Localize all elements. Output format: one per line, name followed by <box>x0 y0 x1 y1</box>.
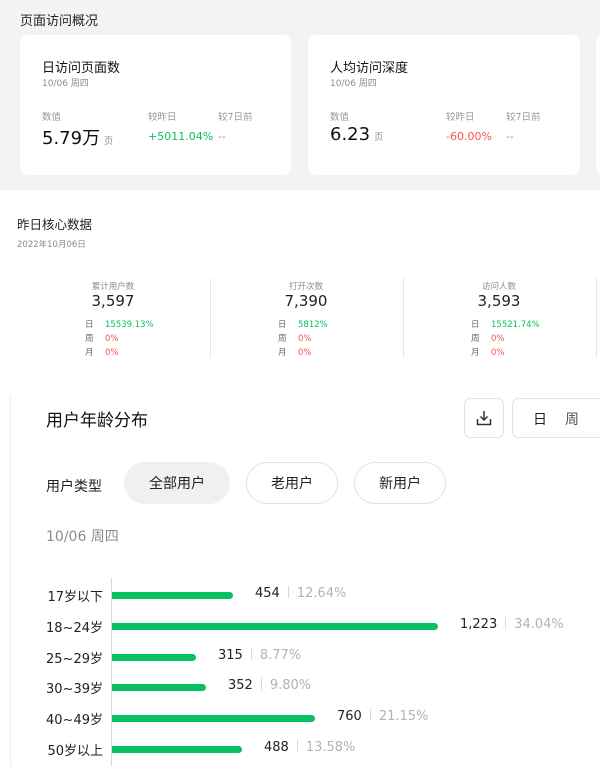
card-title: 日访问页面数 <box>42 61 121 76</box>
metric-week-row: 周 0% <box>278 334 312 344</box>
card-value: 5.79万页 <box>42 128 114 149</box>
period-week-tab[interactable]: 周 <box>565 409 579 429</box>
metric-label: 累计用户数 <box>91 282 135 292</box>
metric-value: 3,597 <box>91 292 135 310</box>
prev-7day-label: 较7日前 <box>218 112 253 123</box>
distribution-date: 10/06 周四 <box>46 529 119 545</box>
age-bar-value: 760 21.15% <box>337 709 429 725</box>
age-bar-label: 30~39岁 <box>46 682 103 698</box>
metric-month-row: 月 0% <box>278 348 312 358</box>
metric-day-row: 日 15539.13% <box>85 320 154 330</box>
card-value: 6.23 页 <box>330 124 384 145</box>
age-bar-label: 40~49岁 <box>46 713 103 729</box>
metric-week-row: 周 0% <box>471 334 505 344</box>
age-bar-row: 18~24岁 1,223 34.04% <box>0 613 600 639</box>
core-data-section: 昨日核心数据 2022年10月06日 累计用户数 3,597 日 15539.13… <box>0 190 600 378</box>
metric-week-row: 周 0% <box>85 334 119 344</box>
metric-visitors: 访问人数 3,593 日 15521.74% 周 0% 月 0% <box>403 280 595 368</box>
prev-day-change: -60.00% <box>446 130 492 143</box>
prev-day-change: +5011.04% <box>148 130 214 143</box>
age-bar-row: 25~29岁 315 8.77% <box>0 644 600 670</box>
card-title: 人均访问深度 <box>330 61 409 76</box>
age-bar-row: 50岁以上 488 13.58% <box>0 736 600 762</box>
age-bar-label: 50岁以上 <box>47 744 103 759</box>
metric-total-users: 累计用户数 3,597 日 15539.13% 周 0% 月 0% <box>17 280 209 368</box>
page-visit-overview: 页面访问概况 日访问页面数 10/06 周四 数值 较昨日 较7日前 5.79万… <box>0 0 600 190</box>
card-date: 10/06 周四 <box>330 79 377 89</box>
metric-value: 7,390 <box>284 292 328 310</box>
age-bar-label: 17岁以下 <box>47 590 103 605</box>
period-switch: 日 周 <box>512 398 600 438</box>
metric-month-row: 月 0% <box>85 348 119 358</box>
age-distribution-title: 用户年龄分布 <box>46 411 148 431</box>
core-title: 昨日核心数据 <box>17 217 93 232</box>
age-bar-percent: 9.80% <box>269 678 312 694</box>
age-bar-value: 454 12.64% <box>255 586 347 601</box>
prev-7day-change: -- <box>506 130 514 143</box>
age-bar-row: 30~39岁 352 9.80% <box>0 674 600 700</box>
age-bar-percent: 12.64% <box>296 586 347 601</box>
value-label: 数值 <box>42 112 62 123</box>
age-bar-label: 18~24岁 <box>46 620 103 636</box>
age-bar[interactable] <box>112 653 196 661</box>
user-type-new[interactable]: 新用户 <box>354 462 446 504</box>
prev-day-label: 较昨日 <box>446 112 475 123</box>
download-button[interactable] <box>464 398 504 438</box>
next-card-edge[interactable] <box>596 35 600 175</box>
age-bar-value: 352 9.80% <box>228 678 312 694</box>
divider <box>596 278 597 358</box>
age-bar-value: 315 8.77% <box>218 647 302 663</box>
age-bar-percent: 34.04% <box>514 616 564 632</box>
card-date: 10/06 周四 <box>42 79 89 89</box>
period-day-tab[interactable]: 日 <box>533 409 547 429</box>
metric-month-row: 月 0% <box>471 348 505 358</box>
user-type-old[interactable]: 老用户 <box>246 462 338 504</box>
metric-day-row: 日 5812% <box>278 320 328 330</box>
age-bar[interactable] <box>112 684 206 692</box>
age-bar[interactable] <box>112 592 233 599</box>
prev-7day-label: 较7日前 <box>506 112 541 123</box>
age-bar-value: 1,223 34.04% <box>460 616 564 632</box>
age-bar-percent: 13.58% <box>305 740 356 755</box>
metric-label: 打开次数 <box>288 282 323 292</box>
age-bar-row: 17岁以下 454 12.64% <box>0 582 600 608</box>
metric-open-count: 打开次数 7,390 日 5812% 周 0% 月 0% <box>210 280 402 368</box>
metric-label: 访问人数 <box>481 282 516 292</box>
age-bar[interactable] <box>112 715 315 723</box>
age-bar-percent: 21.15% <box>378 709 429 725</box>
age-bar-row: 40~49岁 760 21.15% <box>0 705 600 731</box>
age-bar[interactable] <box>112 746 242 753</box>
metric-value: 3,593 <box>477 292 521 310</box>
avg-visit-depth-card[interactable]: 人均访问深度 10/06 周四 数值 较昨日 较7日前 6.23 页 -60.00… <box>308 35 580 175</box>
metric-day-row: 日 15521.74% <box>471 320 540 330</box>
age-bar[interactable] <box>112 622 438 630</box>
age-bar-percent: 8.77% <box>259 647 302 663</box>
user-type-label: 用户类型 <box>46 479 102 495</box>
daily-page-views-card[interactable]: 日访问页面数 10/06 周四 数值 较昨日 较7日前 5.79万页 +5011… <box>20 35 291 175</box>
prev-day-label: 较昨日 <box>148 112 177 123</box>
overview-title: 页面访问概况 <box>20 14 99 29</box>
value-label: 数值 <box>330 112 350 123</box>
download-icon <box>476 411 492 426</box>
age-distribution-panel: 用户年龄分布 日 周 用户类型 全部用户 老用户 新用户 10/06 周四 17… <box>0 378 600 766</box>
age-bar-value: 488 13.58% <box>264 740 356 755</box>
core-date: 2022年10月06日 <box>17 240 86 250</box>
user-type-all[interactable]: 全部用户 <box>124 462 230 504</box>
panel-edge <box>10 395 11 766</box>
prev-7day-change: -- <box>218 130 226 143</box>
age-bar-label: 25~29岁 <box>46 651 103 667</box>
